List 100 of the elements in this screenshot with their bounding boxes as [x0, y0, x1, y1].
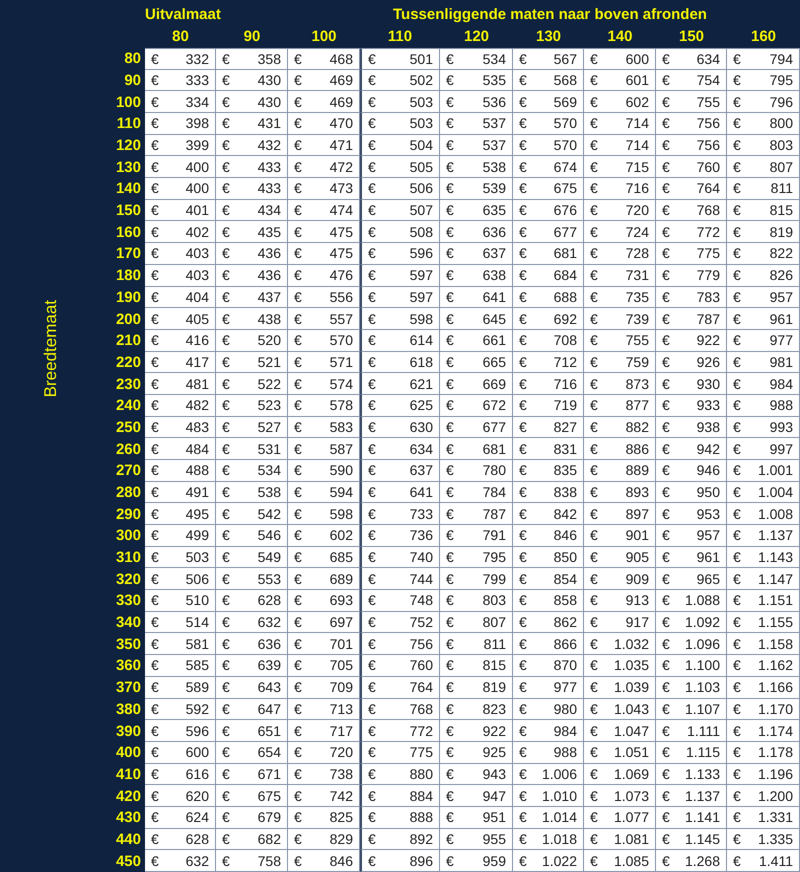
table-cell: € 1.166	[727, 676, 800, 699]
table-cell: € 647	[216, 698, 288, 720]
table-cell: € 783	[656, 286, 727, 308]
table-cell: € 630	[360, 416, 440, 438]
row-header: 400	[116, 745, 141, 760]
table-cell: € 514	[145, 612, 216, 634]
table-cell: € 1.141	[656, 806, 727, 829]
table-cell: € 1.081	[584, 828, 656, 850]
table-cell: € 1.103	[656, 676, 727, 699]
table-cell: € 534	[216, 460, 288, 482]
row-header: 340	[116, 615, 141, 630]
table-cell: € 1.335	[727, 828, 800, 850]
table-cell: € 791	[440, 525, 513, 547]
table-cell: € 641	[360, 482, 440, 504]
table-cell: € 701	[288, 633, 360, 656]
group-header: Uitvalmaat	[145, 7, 221, 25]
table-cell: € 961	[727, 308, 800, 330]
table-cell: € 437	[216, 286, 288, 308]
table-cell: € 740	[360, 546, 440, 568]
table-cell: € 638	[440, 264, 513, 287]
table-cell: € 569	[513, 91, 584, 114]
table-cell: € 1.006	[513, 764, 584, 786]
table-cell: € 943	[440, 764, 513, 786]
table-cell: € 1.200	[727, 785, 800, 807]
table-cell: € 1.096	[656, 633, 727, 656]
table-cell: € 681	[440, 438, 513, 460]
table-cell: € 759	[584, 352, 656, 374]
axis-label: Breedtemaat	[42, 300, 58, 398]
table-cell: € 1.022	[513, 850, 584, 872]
table-cell: € 539	[440, 178, 513, 200]
row-header: 200	[116, 312, 141, 327]
row-header: 360	[116, 658, 141, 674]
table-cell: € 538	[216, 482, 288, 504]
table-cell: € 654	[216, 742, 288, 764]
table-cell: € 827	[513, 416, 584, 438]
table-cell: € 862	[513, 612, 584, 634]
table-cell: € 503	[145, 546, 216, 568]
table-cell: € 823	[440, 698, 513, 720]
table-cell: € 739	[584, 308, 656, 330]
table-cell: € 433	[216, 178, 288, 200]
table-cell: € 800	[727, 113, 800, 135]
table-cell: € 568	[513, 70, 584, 92]
table-cell: € 1.196	[727, 764, 800, 786]
table-cell: € 401	[145, 200, 216, 222]
table-cell: € 434	[216, 200, 288, 222]
table-cell: € 738	[288, 764, 360, 786]
table-cell: € 728	[584, 243, 656, 265]
table-cell: € 1.137	[727, 525, 800, 547]
table-cell: € 1.133	[656, 764, 727, 786]
table-cell: € 625	[360, 394, 440, 417]
table-cell: € 1.137	[656, 785, 727, 807]
table-cell: € 402	[145, 221, 216, 244]
table-cell: € 404	[145, 286, 216, 308]
table-cell: € 620	[145, 785, 216, 807]
row-header: 110	[116, 116, 141, 132]
table-cell: € 537	[440, 113, 513, 135]
table-cell: € 482	[145, 394, 216, 417]
table-cell: € 892	[360, 828, 440, 850]
table-cell: € 742	[288, 785, 360, 807]
table-cell: € 772	[360, 720, 440, 742]
table-cell: € 634	[360, 438, 440, 460]
table-cell: € 522	[216, 373, 288, 395]
table-cell: € 403	[145, 243, 216, 265]
table-cell: € 503	[360, 113, 440, 135]
table-cell: € 794	[727, 48, 800, 70]
table-cell: € 534	[440, 48, 513, 70]
table-cell: € 1.170	[727, 698, 800, 720]
table-cell: € 1.008	[727, 503, 800, 526]
table-cell: € 546	[216, 525, 288, 547]
table-cell: € 332	[145, 48, 216, 70]
table-cell: € 436	[216, 243, 288, 265]
table-cell: € 838	[513, 482, 584, 504]
table-cell: € 542	[216, 503, 288, 526]
table-cell: € 997	[727, 438, 800, 460]
table-cell: € 1.151	[727, 590, 800, 612]
table-cell: € 508	[360, 221, 440, 244]
table-cell: € 993	[727, 416, 800, 438]
table-cell: € 807	[727, 156, 800, 178]
table-cell: € 1.001	[727, 460, 800, 482]
table-cell: € 1.088	[656, 590, 727, 612]
table-cell: € 1.331	[727, 806, 800, 829]
table-cell: € 628	[145, 828, 216, 850]
table-cell: € 957	[656, 525, 727, 547]
table-cell: € 430	[216, 91, 288, 114]
row-header: 90	[124, 73, 141, 88]
row-header: 120	[116, 138, 141, 154]
table-cell: € 596	[360, 243, 440, 265]
table-cell: € 713	[288, 698, 360, 720]
table-cell: € 616	[145, 764, 216, 786]
table-cell: € 714	[584, 113, 656, 135]
table-cell: € 661	[440, 330, 513, 352]
table-cell: € 505	[360, 156, 440, 178]
table-cell: € 400	[145, 156, 216, 178]
table-cell: € 585	[145, 655, 216, 677]
table-cell: € 556	[288, 286, 360, 308]
table-cell: € 682	[216, 828, 288, 850]
row-header: 290	[116, 506, 141, 522]
table-cell: € 984	[727, 373, 800, 395]
table-cell: € 1.268	[656, 850, 727, 872]
table-cell: € 901	[584, 525, 656, 547]
